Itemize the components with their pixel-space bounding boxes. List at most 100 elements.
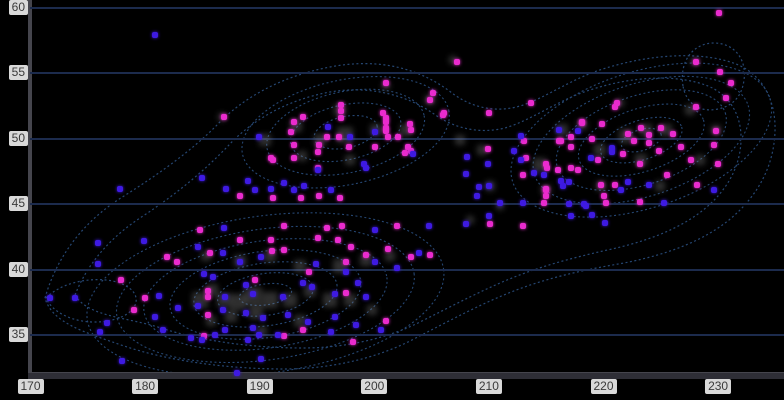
data-point-magenta-points	[487, 221, 493, 227]
data-point-magenta-points	[281, 223, 287, 229]
data-point-blue-points	[160, 327, 166, 333]
data-point-magenta-points	[454, 59, 460, 65]
data-point-blue-points	[95, 261, 101, 267]
data-point-blue-points	[258, 254, 264, 260]
data-point-magenta-points	[486, 110, 492, 116]
data-point-magenta-points	[336, 134, 342, 140]
data-point-blue-points	[711, 187, 717, 193]
data-point-magenta-points	[555, 167, 561, 173]
data-point-blue-points	[486, 213, 492, 219]
data-point-magenta-points	[716, 10, 722, 16]
data-point-magenta-points	[637, 161, 643, 167]
data-point-magenta-points	[408, 127, 414, 133]
data-point-blue-points	[188, 335, 194, 341]
data-point-magenta-points	[291, 119, 297, 125]
data-point-magenta-points	[670, 131, 676, 137]
data-point-magenta-points	[268, 237, 274, 243]
data-point-blue-points	[243, 282, 249, 288]
data-point-magenta-points	[441, 110, 447, 116]
data-point-blue-points	[95, 240, 101, 246]
data-point-blue-points	[556, 127, 562, 133]
data-point-magenta-points	[221, 114, 227, 120]
data-point-magenta-points	[343, 290, 349, 296]
data-point-blue-points	[220, 307, 226, 313]
data-point-blue-points	[220, 250, 226, 256]
data-point-blue-points	[301, 183, 307, 189]
gridline-y-35	[30, 334, 784, 336]
data-point-blue-points	[589, 212, 595, 218]
data-point-magenta-points	[337, 195, 343, 201]
data-point-magenta-points	[646, 140, 652, 146]
data-point-magenta-points	[658, 125, 664, 131]
data-point-blue-points	[566, 179, 572, 185]
data-point-blue-points	[256, 134, 262, 140]
data-point-blue-points	[464, 154, 470, 160]
data-point-magenta-points	[598, 182, 604, 188]
data-point-blue-points	[281, 180, 287, 186]
data-point-magenta-points	[288, 129, 294, 135]
data-point-magenta-points	[728, 80, 734, 86]
data-point-magenta-points	[568, 144, 574, 150]
data-point-blue-points	[245, 178, 251, 184]
data-point-magenta-points	[688, 157, 694, 163]
data-point-blue-points	[268, 186, 274, 192]
x-tick-label: 220	[590, 379, 616, 394]
data-point-magenta-points	[363, 252, 369, 258]
data-point-magenta-points	[637, 199, 643, 205]
data-point-magenta-points	[408, 254, 414, 260]
data-point-magenta-points	[281, 247, 287, 253]
data-point-magenta-points	[164, 254, 170, 260]
data-point-blue-points	[291, 187, 297, 193]
data-point-blue-points	[201, 271, 207, 277]
contour-ellipse	[544, 71, 739, 210]
data-point-blue-points	[141, 238, 147, 244]
data-point-magenta-points	[694, 182, 700, 188]
data-point-blue-points	[476, 184, 482, 190]
density-patch	[294, 260, 306, 272]
data-point-blue-points	[661, 200, 667, 206]
x-tick-label: 230	[705, 379, 731, 394]
data-point-blue-points	[511, 148, 517, 154]
data-point-magenta-points	[338, 102, 344, 108]
data-point-magenta-points	[118, 277, 124, 283]
data-point-blue-points	[300, 280, 306, 286]
data-point-magenta-points	[300, 327, 306, 333]
data-point-magenta-points	[568, 165, 574, 171]
data-point-magenta-points	[174, 259, 180, 265]
data-point-magenta-points	[207, 250, 213, 256]
data-point-magenta-points	[338, 115, 344, 121]
data-point-blue-points	[175, 305, 181, 311]
data-point-blue-points	[305, 319, 311, 325]
data-point-magenta-points	[543, 161, 549, 167]
data-point-blue-points	[104, 320, 110, 326]
data-point-magenta-points	[291, 155, 297, 161]
data-point-blue-points	[378, 327, 384, 333]
data-point-magenta-points	[664, 172, 670, 178]
data-point-blue-points	[256, 332, 262, 338]
data-point-blue-points	[485, 161, 491, 167]
y-tick-label: 50	[9, 131, 28, 146]
data-point-magenta-points	[237, 237, 243, 243]
data-point-magenta-points	[324, 225, 330, 231]
density-patch	[455, 135, 465, 145]
scatter-plot: 605550454035170180190200210220230	[0, 0, 784, 400]
contour-path	[45, 56, 775, 369]
data-point-magenta-points	[205, 294, 211, 300]
data-point-blue-points	[275, 332, 281, 338]
data-point-magenta-points	[612, 182, 618, 188]
data-point-magenta-points	[315, 149, 321, 155]
data-point-magenta-points	[131, 307, 137, 313]
density-patch	[655, 181, 665, 191]
data-point-magenta-points	[678, 144, 684, 150]
density-patch	[594, 144, 606, 156]
data-point-magenta-points	[281, 333, 287, 339]
x-axis-line	[28, 372, 784, 379]
data-point-blue-points	[518, 133, 524, 139]
data-point-blue-points	[250, 325, 256, 331]
data-point-blue-points	[195, 303, 201, 309]
gridline-y-45	[30, 203, 784, 205]
data-point-magenta-points	[656, 148, 662, 154]
density-patch	[262, 292, 278, 308]
data-point-blue-points	[234, 370, 240, 376]
data-point-magenta-points	[543, 186, 549, 192]
